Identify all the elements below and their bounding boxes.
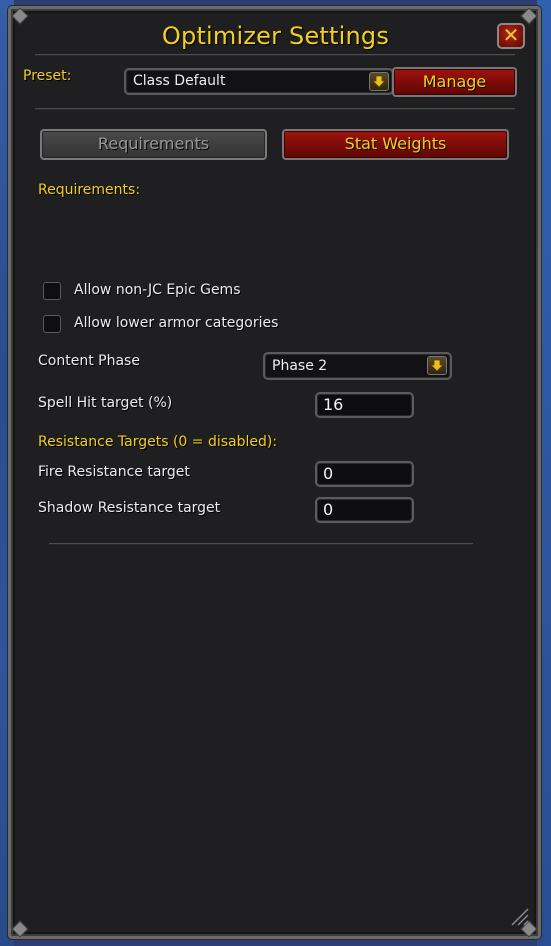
shadow-resistance-input[interactable]: 0 xyxy=(315,497,414,523)
corner-ornament xyxy=(11,920,29,938)
allow-lower-armor-label: Allow lower armor categories xyxy=(74,315,279,331)
manage-button[interactable]: Manage xyxy=(392,67,517,97)
content-phase-selected: Phase 2 xyxy=(272,358,328,374)
title-divider xyxy=(35,54,515,56)
close-icon: ✕ xyxy=(502,23,520,47)
manage-label: Manage xyxy=(422,72,487,91)
tab-stat-weights-label: Stat Weights xyxy=(344,134,447,153)
resize-grip-icon[interactable] xyxy=(508,905,530,927)
chevron-down-icon[interactable] xyxy=(427,356,447,375)
spell-hit-label: Spell Hit target (%) xyxy=(38,395,173,411)
fire-resistance-label: Fire Resistance target xyxy=(38,464,190,480)
preset-dropdown[interactable]: Class Default xyxy=(124,68,394,95)
resistance-heading: Resistance Targets (0 = disabled): xyxy=(38,434,278,450)
spell-hit-input[interactable]: 16 xyxy=(315,392,414,418)
tab-stat-weights[interactable]: Stat Weights xyxy=(282,129,509,160)
tab-requirements-label: Requirements xyxy=(97,134,210,153)
section-divider xyxy=(49,543,473,545)
close-button[interactable]: ✕ xyxy=(497,23,525,49)
chevron-down-icon[interactable] xyxy=(369,72,389,91)
allow-lower-armor-checkbox[interactable] xyxy=(43,315,61,333)
fire-resistance-input[interactable]: 0 xyxy=(315,461,414,487)
tab-requirements[interactable]: Requirements xyxy=(40,129,267,160)
allow-non-jc-epic-gems-label: Allow non-JC Epic Gems xyxy=(74,282,241,298)
requirements-heading: Requirements: xyxy=(38,182,141,198)
preset-divider xyxy=(35,108,515,110)
shadow-resistance-label: Shadow Resistance target xyxy=(38,500,221,516)
preset-selected: Class Default xyxy=(133,73,226,89)
preset-label: Preset: xyxy=(23,68,72,84)
content-phase-dropdown[interactable]: Phase 2 xyxy=(263,352,452,380)
allow-non-jc-epic-gems-checkbox[interactable] xyxy=(43,282,61,300)
window-title: Optimizer Settings xyxy=(161,22,390,50)
content-phase-label: Content Phase xyxy=(38,353,140,369)
